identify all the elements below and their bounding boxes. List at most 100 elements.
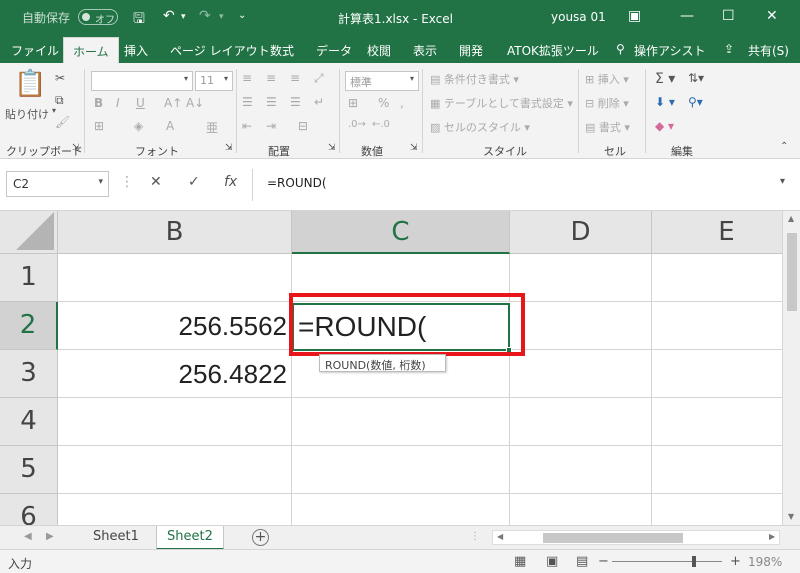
zoom-slider-knob[interactable]	[692, 556, 696, 567]
column-header-d[interactable]: D	[510, 211, 652, 254]
zoom-level[interactable]: 198%	[748, 555, 782, 569]
decrease-font-icon[interactable]: A↓	[186, 96, 204, 110]
comma-style-icon[interactable]: ,	[400, 96, 404, 110]
borders-icon[interactable]: ⊞	[94, 119, 104, 133]
cell-d5[interactable]	[510, 446, 652, 494]
tab-insert[interactable]: 挿入	[124, 42, 148, 59]
zoom-slider[interactable]	[612, 556, 722, 567]
cell-c4[interactable]	[292, 398, 510, 446]
cell-d4[interactable]	[510, 398, 652, 446]
collapse-ribbon-icon[interactable]: ⌃	[780, 141, 788, 152]
scroll-right-icon[interactable]: ▶	[769, 532, 775, 541]
decrease-decimal-icon[interactable]: ←.0	[372, 119, 390, 130]
row-header-2[interactable]: 2	[0, 302, 58, 350]
row-header-3[interactable]: 3	[0, 350, 58, 398]
close-icon[interactable]: ✕	[766, 8, 778, 24]
autosum-icon[interactable]: Σ ▾	[655, 71, 675, 87]
tab-developer[interactable]: 開発	[459, 42, 483, 59]
scroll-up-icon[interactable]: ▲	[788, 214, 794, 223]
cell-e6[interactable]	[652, 494, 782, 525]
scroll-down-icon[interactable]: ▼	[788, 512, 794, 521]
format-painter-icon[interactable]: 🖌	[55, 115, 70, 129]
decrease-indent-icon[interactable]: ⇤	[242, 119, 252, 133]
column-header-e[interactable]: E	[652, 211, 782, 254]
tell-me-box[interactable]: 操作アシスト	[634, 42, 706, 59]
row-header-4[interactable]: 4	[0, 398, 58, 446]
share-button[interactable]: 共有(S)	[748, 42, 789, 59]
paste-icon[interactable]: 📋	[14, 69, 46, 99]
undo-dropdown-icon[interactable]: ▾	[181, 12, 186, 22]
cell-b5[interactable]	[58, 446, 292, 494]
cell-styles-button[interactable]: ▨ セルのスタイル ▾	[430, 119, 530, 135]
cell-b6[interactable]	[58, 494, 292, 525]
zoom-out-icon[interactable]: −	[598, 554, 609, 569]
fill-color-icon[interactable]: ◈	[134, 119, 143, 133]
increase-decimal-icon[interactable]: .0→	[348, 119, 366, 130]
phonetic-icon[interactable]: 亜	[206, 119, 218, 136]
align-right-icon[interactable]: ☰	[290, 95, 301, 109]
horizontal-scroll-thumb[interactable]	[543, 533, 683, 543]
tab-review[interactable]: 校閲	[367, 42, 391, 59]
clipboard-launcher-icon[interactable]: ⇲	[72, 143, 80, 153]
font-launcher-icon[interactable]: ⇲	[225, 143, 233, 153]
cell-b4[interactable]	[58, 398, 292, 446]
minimize-icon[interactable]: —	[680, 8, 694, 24]
name-box[interactable]: C2 ▾	[6, 171, 109, 197]
chevron-down-icon[interactable]: ▾	[98, 177, 103, 187]
align-middle-icon[interactable]: ≡	[266, 71, 276, 85]
page-break-view-icon[interactable]: ▤	[576, 554, 588, 569]
increase-indent-icon[interactable]: ⇥	[266, 119, 276, 133]
zoom-in-icon[interactable]: +	[730, 554, 741, 569]
cell-e1[interactable]	[652, 254, 782, 302]
tab-formulas[interactable]: 数式	[270, 42, 294, 59]
vertical-scroll-thumb[interactable]	[787, 233, 797, 311]
tab-home[interactable]: ホーム	[63, 37, 119, 63]
cut-icon[interactable]: ✂	[55, 71, 65, 85]
formula-input[interactable]: =ROUND(	[267, 176, 327, 190]
select-all-button[interactable]	[0, 211, 58, 254]
currency-icon[interactable]: ⊞	[348, 96, 358, 110]
tab-view[interactable]: 表示	[413, 42, 437, 59]
sheet-tab-sheet1[interactable]: Sheet1	[83, 526, 149, 550]
insert-function-icon[interactable]: fx	[224, 174, 237, 190]
cell-d2[interactable]	[510, 302, 652, 350]
next-sheet-icon[interactable]: ▶	[46, 531, 54, 542]
cell-d1[interactable]	[510, 254, 652, 302]
cell-d3[interactable]	[510, 350, 652, 398]
scroll-left-icon[interactable]: ◀	[497, 532, 503, 541]
enter-icon[interactable]: ✓	[188, 174, 200, 190]
percent-icon[interactable]: %	[378, 96, 389, 110]
customize-qat-icon[interactable]: ⌄	[238, 10, 246, 21]
format-cells-button[interactable]: ▤ 書式 ▾	[585, 119, 630, 135]
vertical-scrollbar[interactable]: ▲ ▼	[782, 211, 800, 525]
redo-dropdown-icon[interactable]: ▾	[219, 12, 224, 22]
horizontal-scrollbar[interactable]: ◀ ▶	[492, 530, 780, 545]
font-name-combo[interactable]: ▾	[91, 71, 193, 91]
page-layout-view-icon[interactable]: ▣	[546, 554, 558, 569]
conditional-format-button[interactable]: ▤ 条件付き書式 ▾	[430, 71, 519, 87]
number-format-combo[interactable]: 標準 ▾	[345, 71, 419, 91]
cancel-icon[interactable]: ✕	[150, 174, 162, 190]
tab-file[interactable]: ファイル	[11, 42, 59, 59]
align-bottom-icon[interactable]: ≡	[290, 71, 300, 85]
function-tooltip[interactable]: ROUND(数値, 桁数)	[319, 354, 446, 372]
clear-icon[interactable]: ◆ ▾	[655, 119, 674, 133]
find-select-icon[interactable]: ⚲▾	[688, 95, 703, 109]
underline-icon[interactable]: U	[136, 96, 145, 110]
row-header-6[interactable]: 6	[0, 494, 58, 525]
fill-icon[interactable]: ⬇ ▾	[655, 95, 675, 109]
cell-b1[interactable]	[58, 254, 292, 302]
align-left-icon[interactable]: ☰	[242, 95, 253, 109]
add-sheet-icon[interactable]: +	[252, 529, 269, 546]
font-size-combo[interactable]: 11 ▾	[195, 71, 233, 91]
tab-atok[interactable]: ATOK拡張ツール	[507, 42, 599, 59]
undo-icon[interactable]: ↶	[163, 8, 175, 24]
increase-font-icon[interactable]: A↑	[164, 96, 182, 110]
italic-icon[interactable]: I	[116, 96, 120, 110]
row-header-5[interactable]: 5	[0, 446, 58, 494]
align-top-icon[interactable]: ≡	[242, 71, 252, 85]
cell-e3[interactable]	[652, 350, 782, 398]
sheet-tab-sheet2[interactable]: Sheet2	[156, 526, 224, 550]
search-icon[interactable]: ⚲	[616, 42, 625, 56]
tab-split-grip-icon[interactable]: ⋮	[470, 531, 480, 542]
